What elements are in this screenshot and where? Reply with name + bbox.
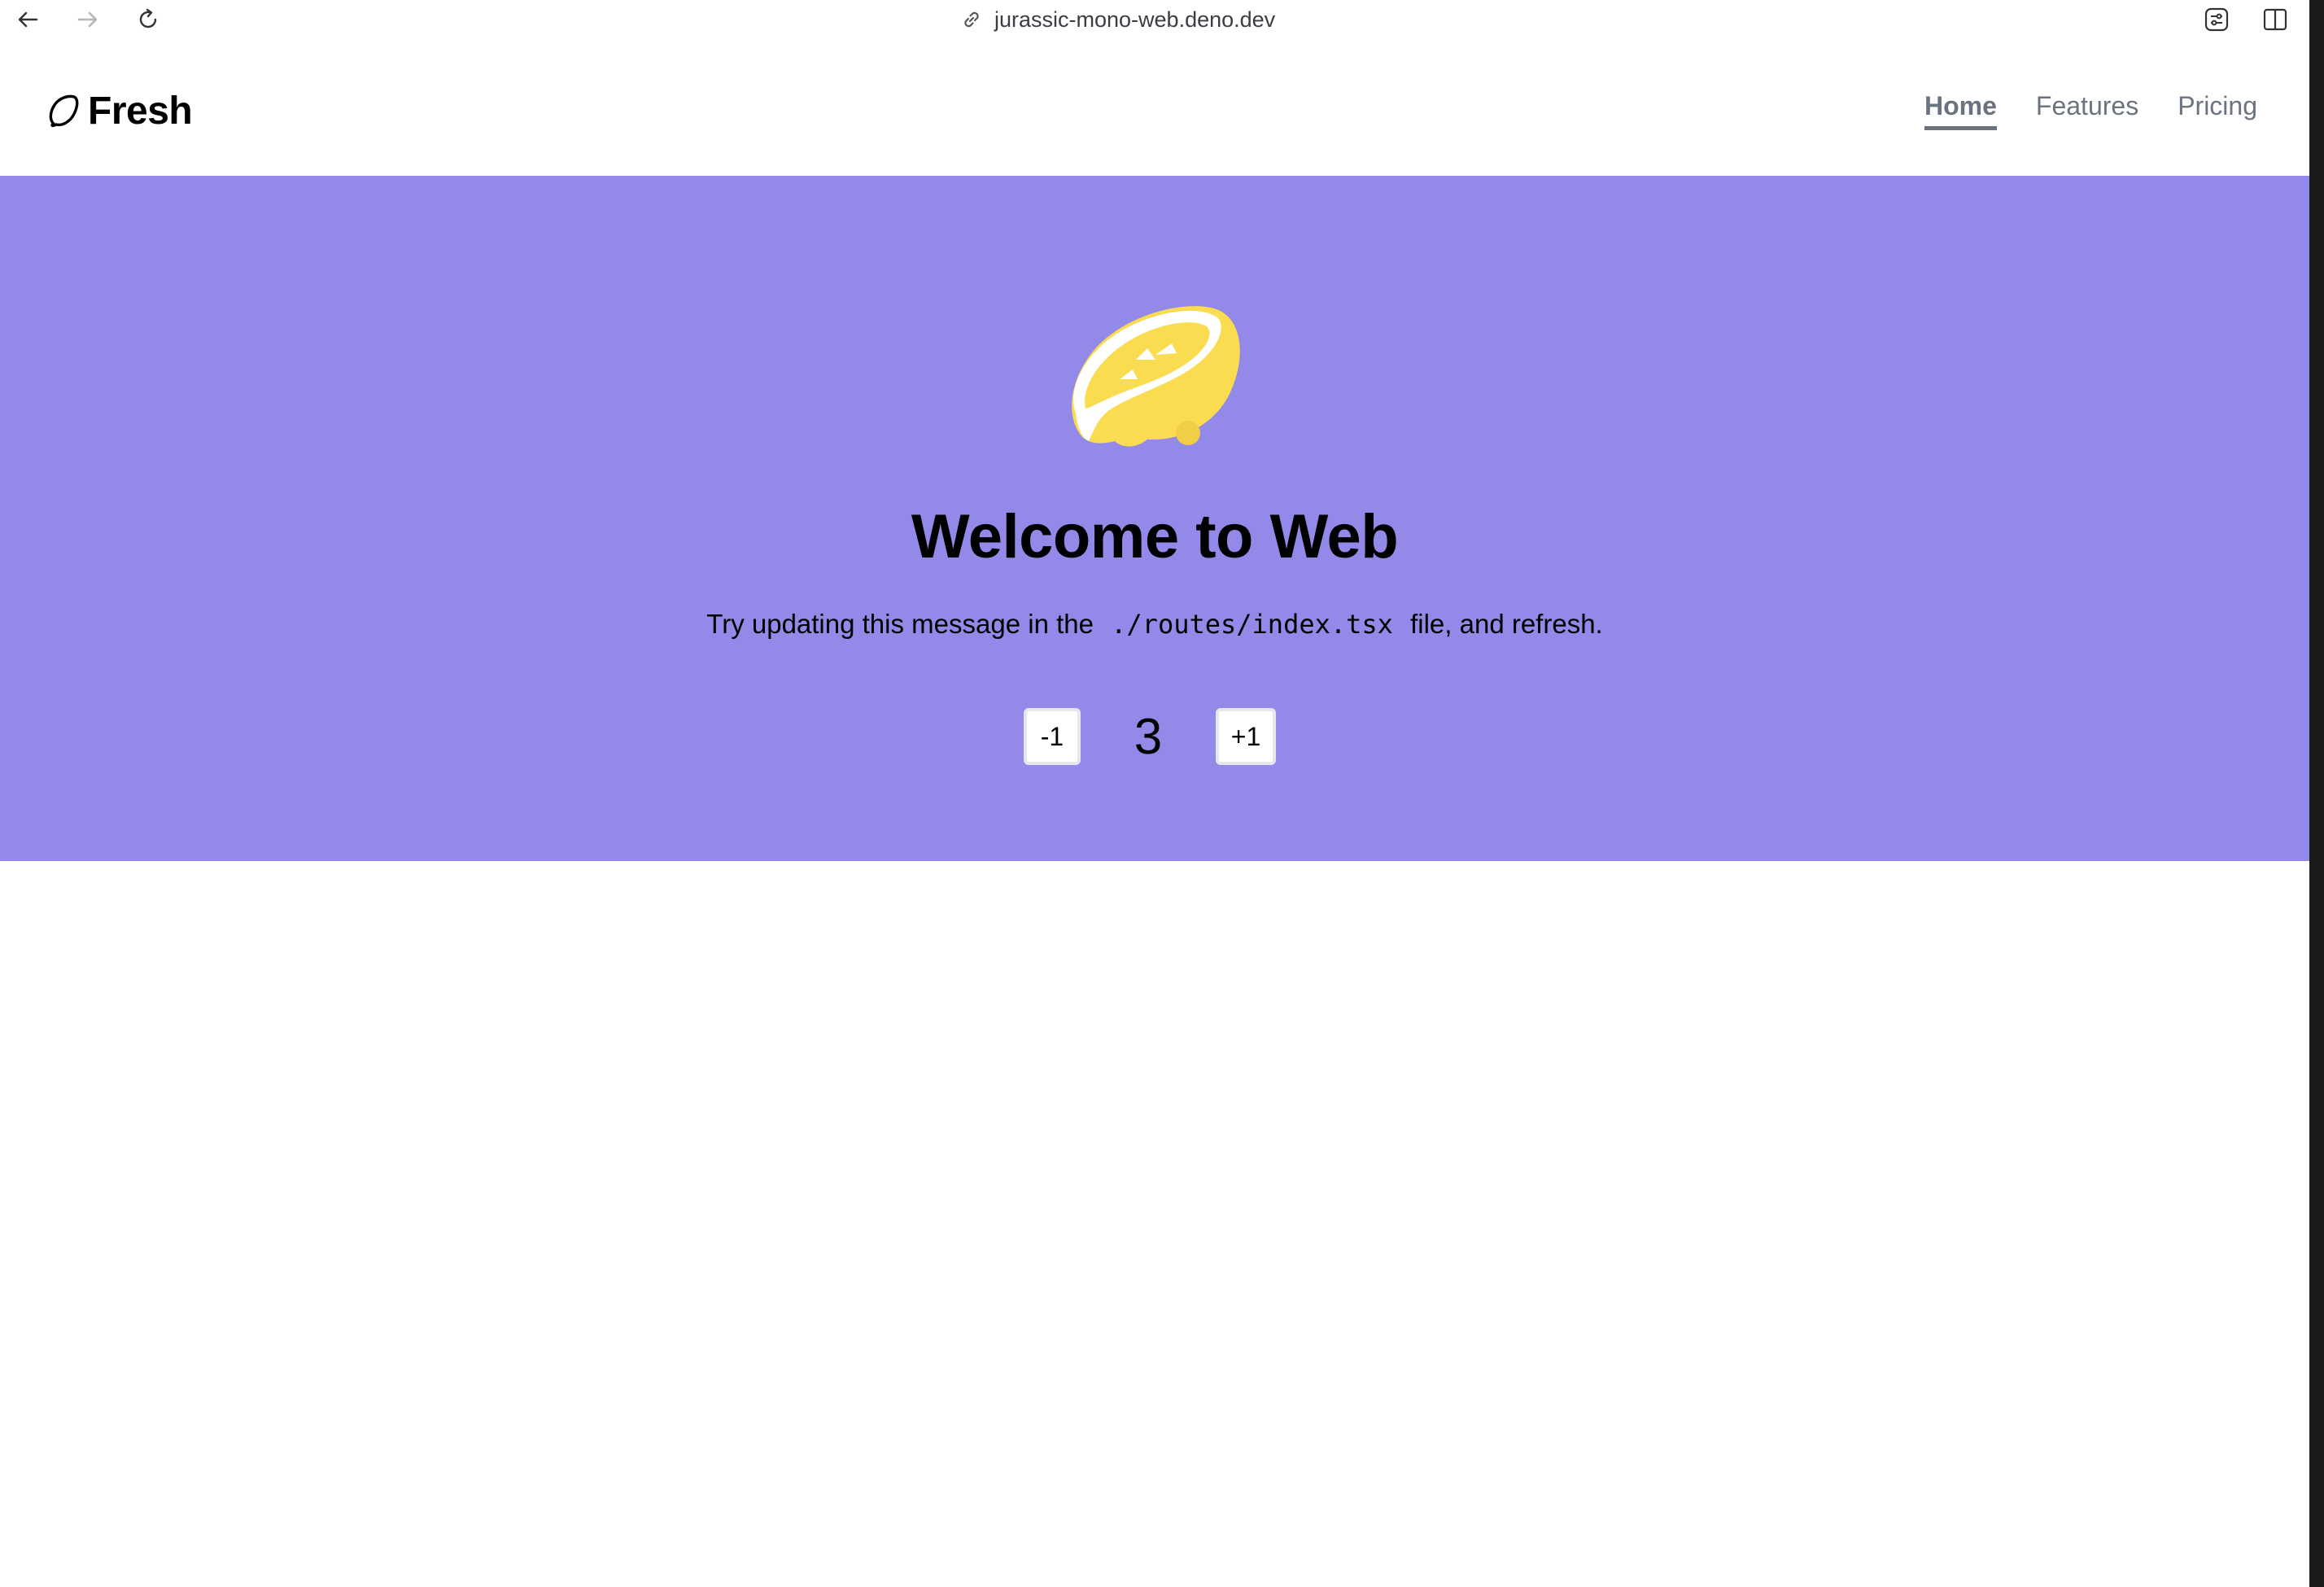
decrement-button[interactable]: -1: [1024, 708, 1081, 765]
subtitle-text-after: file, and refresh.: [1410, 609, 1603, 639]
increment-button[interactable]: +1: [1216, 708, 1276, 765]
address-bar[interactable]: jurassic-mono-web.deno.dev: [960, 0, 1275, 39]
hero-subtitle: Try updating this message in the ./route…: [0, 609, 2309, 640]
counter: -1 3 +1: [1024, 708, 1276, 765]
fresh-lemon-logo: [1072, 306, 1240, 447]
extensions-icon: [2204, 7, 2229, 32]
subtitle-code-path: ./routes/index.tsx: [1111, 609, 1393, 640]
subtitle-text-before: Try updating this message in the: [706, 609, 1094, 639]
sidebar-toggle-button[interactable]: [2259, 3, 2291, 36]
forward-button[interactable]: [72, 3, 104, 36]
brand-link[interactable]: Fresh: [47, 89, 193, 133]
browser-toolbar: jurassic-mono-web.deno.dev: [0, 0, 2309, 39]
lemon-outline-icon: [49, 94, 79, 128]
link-icon: [964, 11, 979, 28]
back-button[interactable]: [11, 3, 44, 36]
url-text: jurassic-mono-web.deno.dev: [994, 7, 1276, 32]
reload-button[interactable]: [132, 3, 164, 36]
nav-pricing[interactable]: Pricing: [2178, 91, 2257, 130]
site-header: Fresh Home Features Pricing: [0, 39, 2309, 176]
reload-icon: [139, 8, 157, 28]
nav-features[interactable]: Features: [2036, 91, 2138, 130]
counter-value: 3: [1134, 708, 1163, 765]
window-edge: [2309, 0, 2324, 1587]
browser-viewport: jurassic-mono-web.deno.dev Fresh Home Fe…: [0, 0, 2309, 1587]
sidebar-icon: [2263, 8, 2287, 31]
hero-section: Welcome to Web Try updating this message…: [0, 176, 2309, 861]
forward-icon: [77, 11, 98, 28]
brand-name: Fresh: [88, 89, 193, 133]
page-title: Welcome to Web: [911, 502, 1399, 571]
nav-home[interactable]: Home: [1924, 91, 1997, 130]
back-icon: [18, 11, 38, 28]
extensions-button[interactable]: [2200, 3, 2233, 36]
main-nav: Home Features Pricing: [1924, 91, 2257, 130]
